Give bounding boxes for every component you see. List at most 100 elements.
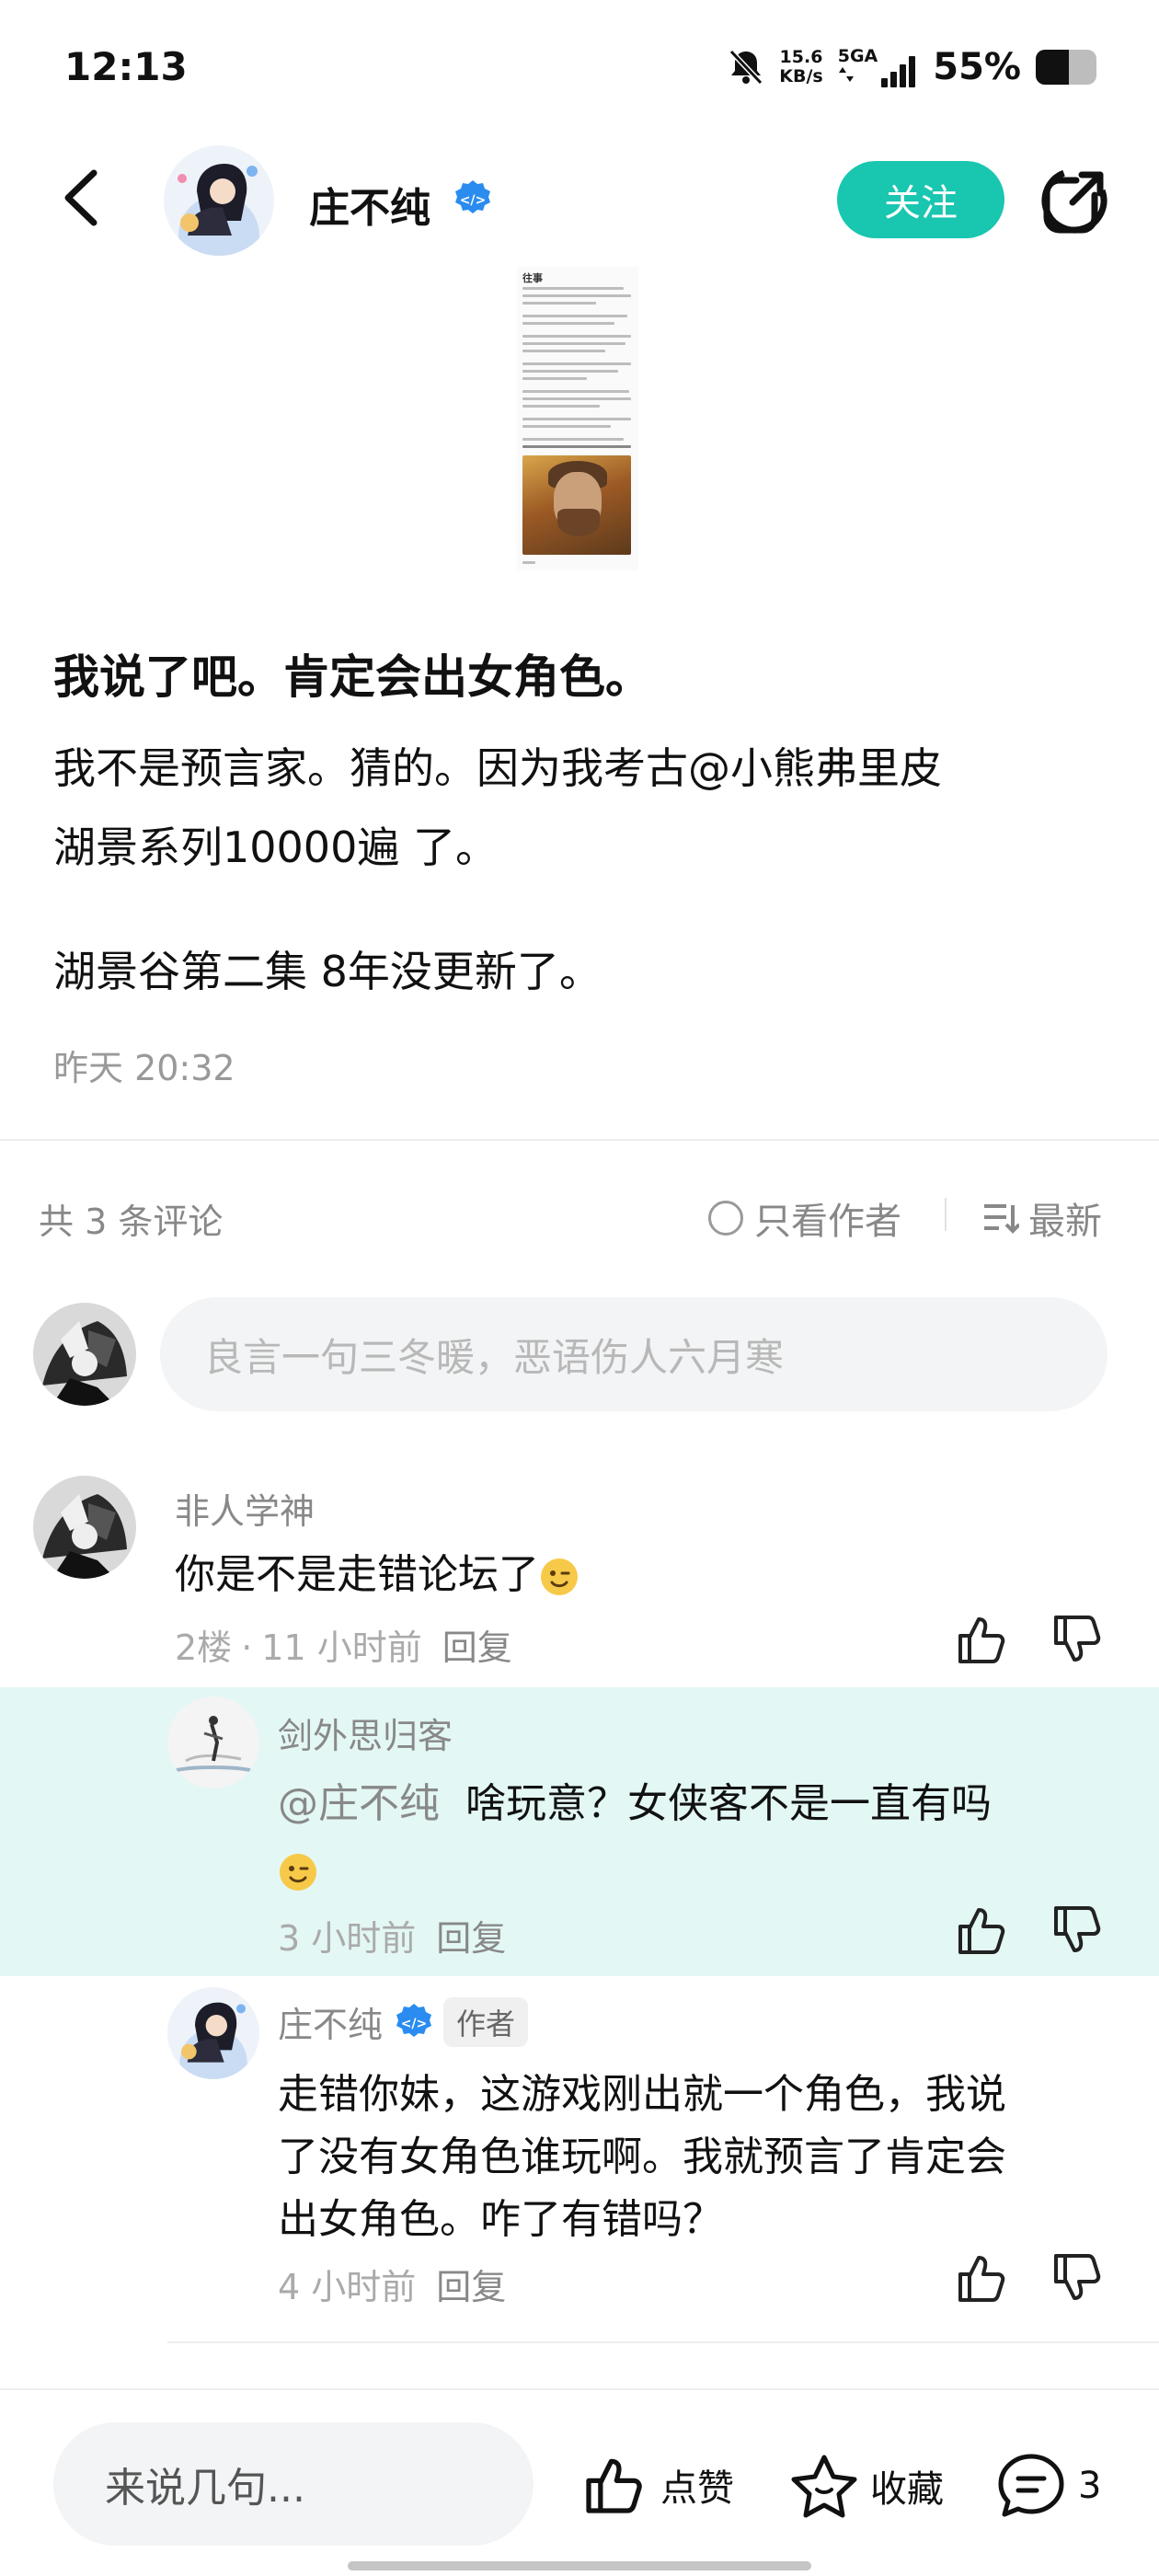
- mute-bell-icon: [729, 49, 763, 86]
- battery-level-fill: [1036, 50, 1070, 85]
- image-text-line: [522, 377, 587, 380]
- image-caption-line: [522, 561, 535, 564]
- network-speed: 15.6 KB/s: [779, 48, 822, 86]
- reply-divider: [167, 2341, 1159, 2343]
- commenter-name[interactable]: 非人学神: [175, 1483, 315, 1534]
- bottom-bar-divider: [0, 2388, 1159, 2390]
- reply-button[interactable]: 回复: [436, 2267, 506, 2307]
- mention-link[interactable]: @庄不纯: [278, 1780, 440, 1827]
- replier-avatar[interactable]: [167, 1696, 259, 1788]
- battery-icon: [1036, 50, 1096, 85]
- wink-emoji-icon: [280, 1854, 316, 1891]
- comment-floor: 2楼: [175, 1627, 233, 1668]
- author-reply-header: 庄不纯 </> 作者: [278, 1996, 529, 2047]
- reply-time: 4 小时前: [278, 2267, 417, 2307]
- data-arrows-icon: [838, 67, 854, 82]
- sort-icon: [984, 1204, 1019, 1234]
- post-paragraph-2: 湖景谷第二集 8年没更新了。: [53, 947, 602, 996]
- image-text-line: [522, 425, 611, 428]
- image-text-line: [522, 350, 605, 352]
- network-type: 5GA: [837, 46, 878, 66]
- author-only-toggle[interactable]: 只看作者: [708, 1191, 901, 1245]
- author-tag: 作者: [443, 1996, 529, 2047]
- favorite-button[interactable]: 收藏: [789, 2453, 944, 2519]
- comments-button[interactable]: 3: [995, 2451, 1101, 2521]
- post-paragraph-1: 我不是预言家。猜的。因为我考古@小熊弗里皮 湖景系列10000遍 了。: [53, 729, 1111, 887]
- like-label: 点赞: [660, 2467, 734, 2510]
- sort-latest-button[interactable]: 最新: [982, 1191, 1102, 1245]
- post-time: 昨天 20:32: [53, 1048, 235, 1088]
- image-text-line: [522, 294, 631, 297]
- image-text-line: [522, 405, 600, 408]
- radio-icon: [708, 1201, 743, 1236]
- author-avatar[interactable]: [164, 145, 274, 256]
- post-paragraph-1-line-2: 湖景系列10000遍 了。: [53, 822, 498, 872]
- network-speed-unit: KB/s: [779, 66, 823, 86]
- image-text-line: [522, 342, 625, 345]
- author-reply-meta: 4 小时前 回复: [278, 2259, 506, 2309]
- bw-avatar-illustration: [33, 1303, 136, 1406]
- section-divider: [0, 1139, 1159, 1141]
- meta-dot: ·: [241, 1627, 253, 1668]
- star-icon: [791, 2455, 857, 2518]
- comment-text: 你是不是走错论坛了: [175, 1544, 580, 1606]
- post-title: 我说了吧。肯定会出女角色。: [53, 650, 651, 704]
- home-indicator[interactable]: [348, 2561, 811, 2570]
- screen: 12:13 15.6 KB/s 5GA 55% 庄不纯 </> 关注 往事 我说…: [0, 0, 1159, 2576]
- avatar-illustration: [167, 1987, 259, 2079]
- current-user-avatar: [33, 1303, 136, 1406]
- comment-count-badge: 3: [1078, 2465, 1102, 2507]
- comment-bubble-icon: [998, 2454, 1064, 2517]
- author-reply-name[interactable]: 庄不纯: [278, 1996, 383, 2047]
- author-reply-avatar[interactable]: [167, 1987, 259, 2079]
- image-text-line: [522, 390, 629, 393]
- comment-count: 共 3 条评论: [39, 1202, 224, 1242]
- comment-input[interactable]: 良言一句三冬暖，恶语伤人六月寒: [160, 1297, 1107, 1411]
- bottom-comment-input[interactable]: 来说几句...: [53, 2422, 534, 2546]
- image-text-line: [522, 322, 614, 325]
- like-button[interactable]: 点赞: [580, 2453, 734, 2517]
- avatar-illustration: [164, 145, 274, 256]
- signal-indicator: 5GA: [838, 47, 919, 87]
- post-image[interactable]: 往事: [517, 267, 638, 570]
- comment-body: 你是不是走错论坛了: [175, 1551, 539, 1598]
- reply-body: 啥玩意？女侠客不是一直有吗: [465, 1780, 992, 1827]
- favorite-label: 收藏: [870, 2468, 944, 2511]
- svg-text:</>: </>: [460, 193, 487, 208]
- reply-meta: 3 小时前 回复: [278, 1910, 506, 1961]
- battery-percent: 55%: [933, 46, 1021, 88]
- back-arrow-icon[interactable]: [55, 166, 110, 230]
- author-reply-line-3: 出女角色。咋了有错吗？: [278, 2196, 723, 2243]
- thumbs-down-icon[interactable]: [1049, 1612, 1104, 1667]
- replier-name[interactable]: 剑外思归客: [278, 1708, 453, 1758]
- image-portrait-photo: [522, 455, 631, 555]
- thumbs-up-icon[interactable]: [953, 1903, 1008, 1958]
- image-text-line: [522, 418, 631, 420]
- author-name[interactable]: 庄不纯: [309, 175, 430, 234]
- thumbs-up-icon[interactable]: [953, 1612, 1008, 1667]
- ink-figure-avatar: [167, 1696, 259, 1788]
- author-only-label: 只看作者: [754, 1201, 901, 1243]
- reply-button[interactable]: 回复: [442, 1627, 512, 1668]
- svg-text:</>: </>: [401, 2017, 428, 2031]
- image-text-line: [522, 397, 631, 400]
- image-text-line: [522, 445, 631, 448]
- comment-meta: 2楼 · 11 小时前 回复: [175, 1619, 512, 1670]
- image-text-line: [522, 438, 624, 441]
- reply-button[interactable]: 回复: [436, 1918, 506, 1959]
- thumbs-down-icon[interactable]: [1049, 1903, 1104, 1958]
- share-icon[interactable]: [1039, 166, 1109, 236]
- image-text-line: [522, 362, 631, 365]
- thumbs-down-icon[interactable]: [1049, 2250, 1104, 2306]
- commenter-avatar[interactable]: [33, 1476, 136, 1579]
- author-reply-text: 走错你妹，这游戏刚出就一个角色，我说 了没有女角色谁玩啊。我就预言了肯定会 出女…: [278, 2064, 1106, 2251]
- thumbs-up-icon[interactable]: [953, 2250, 1008, 2306]
- thumbs-up-icon: [586, 2458, 642, 2513]
- wink-emoji-icon: [541, 1558, 578, 1595]
- image-text-line: [522, 315, 627, 317]
- follow-button[interactable]: 关注: [837, 161, 1004, 238]
- verified-badge-icon: </>: [455, 180, 490, 213]
- signal-bars-icon: [881, 56, 916, 87]
- image-text-line: [522, 370, 618, 373]
- verified-badge-icon: </>: [396, 2003, 432, 2037]
